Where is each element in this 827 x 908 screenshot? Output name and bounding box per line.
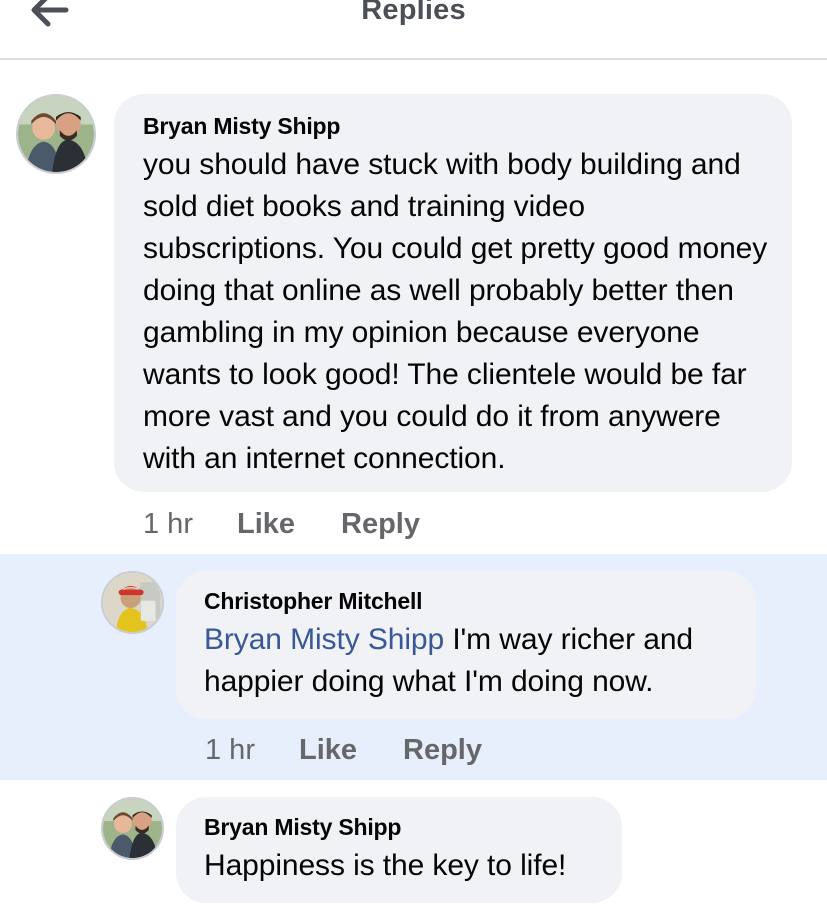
- reply-actions: 1 hr Like Reply: [205, 734, 482, 767]
- comment-thread-3: Bryan Misty Shipp Happiness is the key t…: [0, 780, 827, 908]
- profile-photo-man-cap: [103, 573, 162, 632]
- replies-header: Replies: [0, 0, 827, 60]
- mention-link[interactable]: Bryan Misty Shipp: [204, 623, 444, 656]
- like-button[interactable]: Like: [237, 508, 295, 541]
- reply-button[interactable]: Reply: [403, 734, 482, 767]
- comment-timestamp[interactable]: 1 hr: [143, 508, 193, 541]
- reply-text: Bryan Misty Shipp I'm way richer and hap…: [204, 619, 732, 703]
- reply-bubble: Bryan Misty Shipp Happiness is the key t…: [176, 797, 622, 903]
- comment-bubble: Bryan Misty Shipp you should have stuck …: [114, 94, 792, 492]
- avatar-bryan-misty-shipp[interactable]: [101, 797, 164, 860]
- reply-author[interactable]: Christopher Mitchell: [204, 587, 732, 615]
- reply-bubble: Christopher Mitchell Bryan Misty Shipp I…: [176, 571, 756, 719]
- avatar-christopher-mitchell[interactable]: [101, 571, 164, 634]
- profile-photo-couple: [103, 799, 162, 858]
- comment-author[interactable]: Bryan Misty Shipp: [143, 112, 768, 140]
- reply-timestamp[interactable]: 1 hr: [205, 734, 255, 767]
- like-button[interactable]: Like: [299, 734, 357, 767]
- comment-thread-1: Bryan Misty Shipp you should have stuck …: [0, 60, 827, 554]
- comment-actions: 1 hr Like Reply: [143, 508, 420, 541]
- avatar-bryan-misty-shipp[interactable]: [16, 94, 96, 174]
- page-title: Replies: [361, 0, 466, 26]
- reply-author[interactable]: Bryan Misty Shipp: [204, 813, 598, 841]
- reply-text: Happiness is the key to life!: [204, 849, 567, 882]
- comment-text: you should have stuck with body building…: [143, 148, 768, 475]
- profile-photo-couple: [18, 96, 94, 172]
- comment-thread-2: Christopher Mitchell Bryan Misty Shipp I…: [0, 554, 827, 780]
- reply-button[interactable]: Reply: [341, 508, 420, 541]
